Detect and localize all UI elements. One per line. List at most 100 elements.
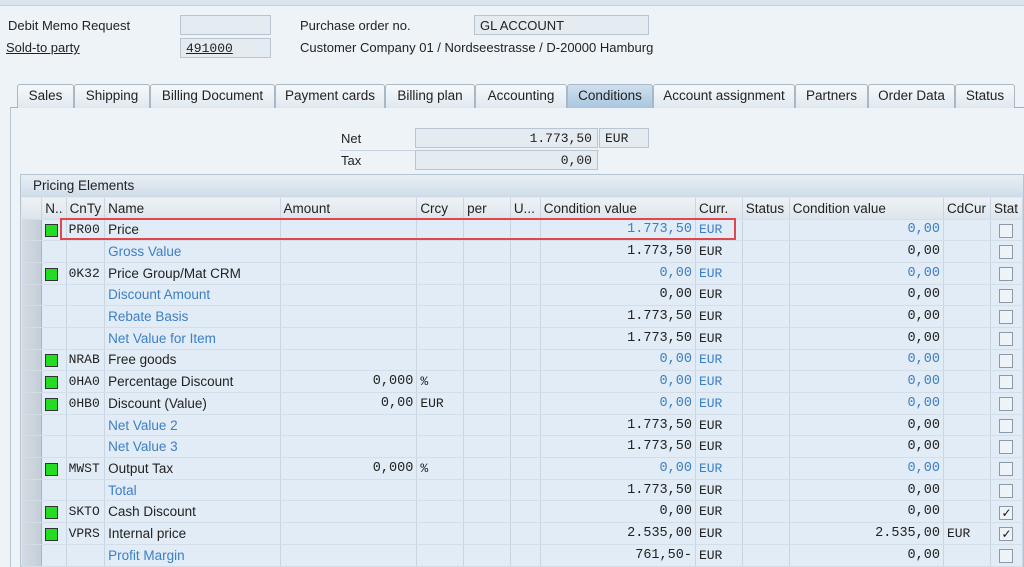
amount-cell[interactable]: 0,000	[280, 370, 418, 393]
unit-cell[interactable]	[510, 327, 541, 350]
statistical-checkbox[interactable]	[999, 310, 1014, 325]
po-number-field[interactable]: GL ACCOUNT	[474, 15, 649, 35]
tab-shipping[interactable]: Shipping	[74, 84, 150, 108]
column-header[interactable]: CnTy	[66, 198, 106, 220]
tab-partners[interactable]: Partners	[795, 84, 868, 108]
row-selector[interactable]	[22, 305, 43, 328]
currency-cell[interactable]: EUR	[416, 392, 465, 415]
currency-cell[interactable]	[416, 544, 465, 567]
per-cell[interactable]	[463, 414, 511, 437]
amount-cell[interactable]	[280, 479, 418, 502]
currency-cell[interactable]	[416, 219, 465, 242]
currency-cell[interactable]	[416, 240, 465, 263]
currency-cell[interactable]: %	[416, 457, 465, 480]
table-row[interactable]: PR00 Price 1.773,50 EUR 0,00	[22, 219, 1024, 242]
tab-sales[interactable]: Sales	[17, 84, 74, 108]
doc-number-field[interactable]	[180, 15, 271, 35]
table-row[interactable]: Total 1.773,50 EUR 0,00	[22, 479, 1024, 502]
condition-type-cell[interactable]: 0HA0	[66, 370, 106, 393]
currency-cell[interactable]	[416, 522, 465, 545]
currency-cell[interactable]	[416, 435, 465, 459]
statistical-checkbox[interactable]	[999, 375, 1014, 390]
amount-cell[interactable]: 0,00	[280, 392, 418, 415]
table-row[interactable]: Profit Margin 761,50- EUR 0,00	[22, 544, 1024, 567]
unit-cell[interactable]	[510, 479, 541, 502]
condition-type-cell[interactable]: MWST	[66, 457, 106, 480]
per-cell[interactable]	[463, 435, 511, 459]
table-row[interactable]: Net Value 2 1.773,50 EUR 0,00	[22, 414, 1024, 437]
per-cell[interactable]	[463, 327, 511, 350]
currency-cell[interactable]	[416, 262, 465, 285]
column-header[interactable]: Condition value	[789, 198, 944, 220]
currency-cell[interactable]	[416, 284, 465, 307]
condition-type-cell[interactable]: VPRS	[66, 522, 106, 545]
unit-cell[interactable]	[510, 522, 541, 545]
statistical-checkbox[interactable]: ✓	[999, 505, 1014, 520]
amount-cell[interactable]	[280, 414, 418, 437]
statistical-checkbox[interactable]	[999, 223, 1014, 238]
condition-type-cell[interactable]	[66, 284, 106, 307]
statistical-checkbox[interactable]	[999, 397, 1014, 412]
statistical-checkbox[interactable]	[999, 266, 1014, 281]
table-row[interactable]: SKTO Cash Discount 0,00 EUR 0,00 ✓	[22, 500, 1024, 524]
row-selector[interactable]	[22, 392, 43, 415]
column-header[interactable]: Crcy	[416, 198, 465, 220]
column-header[interactable]: Stat	[990, 198, 1024, 220]
tab-accounting[interactable]: Accounting	[475, 84, 567, 108]
statistical-checkbox[interactable]	[999, 418, 1014, 433]
statistical-checkbox[interactable]	[999, 440, 1014, 455]
unit-cell[interactable]	[510, 457, 541, 480]
table-row[interactable]: Net Value 3 1.773,50 EUR 0,00	[22, 435, 1024, 459]
per-cell[interactable]	[463, 284, 511, 307]
tab-account-assignment[interactable]: Account assignment	[653, 84, 795, 108]
amount-cell[interactable]	[280, 435, 418, 459]
amount-cell[interactable]	[280, 240, 418, 263]
amount-cell[interactable]	[280, 219, 418, 242]
row-selector[interactable]	[22, 370, 43, 393]
sold-to-label[interactable]: Sold-to party	[6, 40, 80, 55]
per-cell[interactable]	[463, 349, 511, 372]
unit-cell[interactable]	[510, 262, 541, 285]
table-row[interactable]: Gross Value 1.773,50 EUR 0,00	[22, 240, 1024, 263]
row-selector[interactable]	[22, 479, 43, 502]
unit-cell[interactable]	[510, 284, 541, 307]
currency-cell[interactable]	[416, 305, 465, 328]
amount-cell[interactable]	[280, 522, 418, 545]
table-row[interactable]: Rebate Basis 1.773,50 EUR 0,00	[22, 305, 1024, 328]
column-header[interactable]: Status	[742, 198, 790, 220]
amount-cell[interactable]	[280, 544, 418, 567]
condition-type-cell[interactable]	[66, 414, 106, 437]
column-header[interactable]: U...	[510, 198, 541, 220]
table-row[interactable]: Net Value for Item 1.773,50 EUR 0,00	[22, 327, 1024, 350]
unit-cell[interactable]	[510, 392, 541, 415]
row-selector[interactable]	[22, 349, 43, 372]
unit-cell[interactable]	[510, 414, 541, 437]
tab-payment-cards[interactable]: Payment cards	[275, 84, 385, 108]
condition-type-cell[interactable]: NRAB	[66, 349, 106, 372]
amount-cell[interactable]	[280, 305, 418, 328]
row-selector[interactable]	[22, 284, 43, 307]
per-cell[interactable]	[463, 479, 511, 502]
table-row[interactable]: Discount Amount 0,00 EUR 0,00	[22, 284, 1024, 307]
column-header[interactable]: Name	[104, 198, 281, 220]
currency-cell[interactable]	[416, 414, 465, 437]
amount-cell[interactable]	[280, 327, 418, 350]
table-row[interactable]: MWST Output Tax 0,000% 0,00 EUR 0,00	[22, 457, 1024, 480]
table-row[interactable]: 0K32 Price Group/Mat CRM 0,00 EUR 0,00	[22, 262, 1024, 285]
column-header[interactable]: per	[463, 198, 511, 220]
row-selector[interactable]	[22, 414, 43, 437]
condition-type-cell[interactable]	[66, 327, 106, 350]
per-cell[interactable]	[463, 305, 511, 328]
currency-cell[interactable]: %	[416, 370, 465, 393]
unit-cell[interactable]	[510, 435, 541, 459]
unit-cell[interactable]	[510, 305, 541, 328]
table-row[interactable]: 0HA0 Percentage Discount 0,000% 0,00 EUR 0,00	[22, 370, 1024, 393]
tab-status[interactable]: Status	[955, 84, 1015, 108]
per-cell[interactable]	[463, 240, 511, 263]
row-selector[interactable]	[22, 544, 43, 567]
statistical-checkbox[interactable]	[999, 483, 1014, 498]
condition-type-cell[interactable]: PR00	[66, 219, 106, 242]
select-all-header[interactable]	[22, 198, 43, 220]
condition-type-cell[interactable]	[66, 479, 106, 502]
per-cell[interactable]	[463, 219, 511, 242]
